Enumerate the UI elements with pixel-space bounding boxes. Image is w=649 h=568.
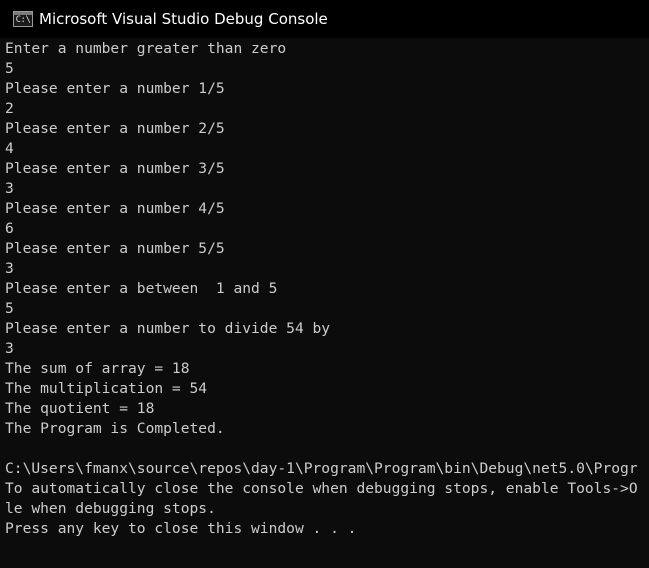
console-line: 3 — [5, 340, 14, 357]
console-line: Please enter a between 1 and 5 — [5, 280, 278, 297]
window-title: Microsoft Visual Studio Debug Console — [39, 10, 328, 28]
console-line: 3 — [5, 260, 14, 277]
console-line: le when debugging stops. — [5, 500, 216, 517]
console-line: Please enter a number 5/5 — [5, 240, 225, 257]
console-output[interactable]: Enter a number greater than zero 5 Pleas… — [5, 39, 649, 568]
console-line: C:\Users\fmanx\source\repos\day-1\Progra… — [5, 460, 638, 477]
title-bar[interactable]: C:\ Microsoft Visual Studio Debug Consol… — [0, 0, 649, 38]
console-app-icon[interactable]: C:\ — [13, 11, 33, 27]
console-line: The quotient = 18 — [5, 400, 155, 417]
console-line: 5 — [5, 300, 14, 317]
console-line: Please enter a number 2/5 — [5, 120, 225, 137]
console-line: Please enter a number to divide 54 by — [5, 320, 331, 337]
console-line: 4 — [5, 140, 14, 157]
console-app-icon-text: C:\ — [15, 15, 31, 25]
console-line: Please enter a number 3/5 — [5, 160, 225, 177]
console-line: 3 — [5, 180, 14, 197]
console-line: 5 — [5, 60, 14, 77]
console-line: Please enter a number 1/5 — [5, 80, 225, 97]
console-line: 6 — [5, 220, 14, 237]
console-line: To automatically close the console when … — [5, 480, 638, 497]
console-line: The Program is Completed. — [5, 420, 225, 437]
console-line: The multiplication = 54 — [5, 380, 208, 397]
console-line: 2 — [5, 100, 14, 117]
console-line: Press any key to close this window . . . — [5, 520, 357, 537]
console-line: The sum of array = 18 — [5, 360, 190, 377]
console-line: Please enter a number 4/5 — [5, 200, 225, 217]
console-line: Enter a number greater than zero — [5, 40, 287, 57]
